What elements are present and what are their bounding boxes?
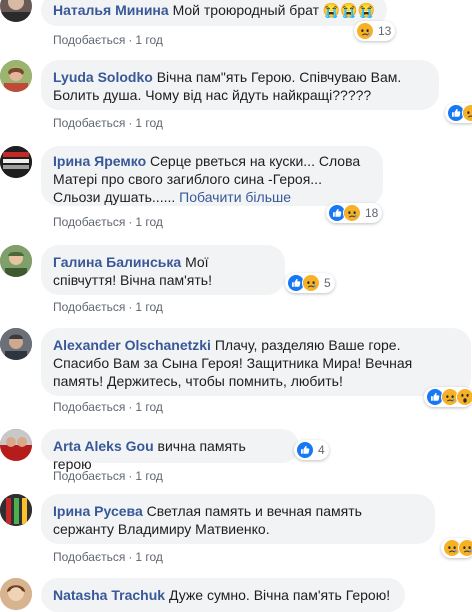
- comment-text: Мой троюродный брат 😭😭😭: [172, 2, 376, 18]
- separator: ·: [128, 400, 133, 414]
- comment-actions: Подобається · 1 год: [53, 549, 163, 565]
- comment-author[interactable]: Наталья Минина: [53, 2, 169, 18]
- avatar[interactable]: [0, 328, 32, 360]
- like-link[interactable]: Подобається: [53, 400, 125, 414]
- reaction-count: 18: [365, 206, 379, 220]
- comment-actions: Подобається · 1 год: [53, 32, 163, 48]
- sad-reaction-icon: [356, 22, 374, 40]
- like-link[interactable]: Подобається: [53, 215, 125, 229]
- reaction-summary[interactable]: 5: [285, 273, 335, 293]
- comment-bubble: Ірина Яремко Серце рветься на куски... С…: [41, 146, 383, 206]
- avatar[interactable]: [0, 578, 32, 610]
- comment-bubble: Ірина Русева Светлая память и вечная пам…: [41, 494, 435, 544]
- comment-time[interactable]: 1 год: [135, 33, 163, 47]
- reaction-summary[interactable]: 13: [354, 21, 396, 41]
- comment-author[interactable]: Alexander Olschanetzki: [53, 337, 211, 353]
- separator: ·: [128, 469, 133, 483]
- comment-actions: Подобається · 1 год: [53, 214, 163, 230]
- separator: ·: [128, 33, 133, 47]
- avatar[interactable]: [0, 0, 32, 22]
- like-link[interactable]: Подобається: [53, 469, 125, 483]
- avatar[interactable]: [0, 429, 32, 461]
- reaction-summary[interactable]: 4: [294, 440, 329, 460]
- sad-reaction-icon: [343, 204, 361, 222]
- avatar[interactable]: [0, 146, 32, 178]
- like-link[interactable]: Подобається: [53, 550, 125, 564]
- comment-time[interactable]: 1 год: [135, 550, 163, 564]
- comment-author[interactable]: Галина Балинська: [53, 254, 181, 270]
- comment-author[interactable]: Ірина Русева: [53, 503, 143, 519]
- separator: ·: [128, 550, 133, 564]
- reaction-summary[interactable]: [441, 538, 472, 558]
- comment-time[interactable]: 1 год: [135, 400, 163, 414]
- sad-reaction-icon: [462, 104, 472, 122]
- like-link[interactable]: Подобається: [53, 116, 125, 130]
- separator: ·: [128, 215, 133, 229]
- reaction-summary[interactable]: 18: [326, 203, 383, 223]
- avatar[interactable]: [0, 494, 32, 526]
- comment-bubble: Lyuda Solodko Вічна пам"ять Герою. Співч…: [41, 60, 439, 110]
- sad-reaction-icon: [458, 539, 472, 557]
- comment-item: Наталья Минина Мой троюродный брат 😭😭😭 1…: [0, 0, 472, 52]
- comment-bubble: Alexander Olschanetzki Плачу, разделяю В…: [41, 328, 471, 396]
- comment-actions: Подобається · 1 год: [53, 399, 163, 415]
- separator: ·: [128, 116, 133, 130]
- comment-time[interactable]: 1 год: [135, 116, 163, 130]
- comment-time[interactable]: 1 год: [135, 469, 163, 483]
- like-link[interactable]: Подобається: [53, 33, 125, 47]
- comment-author[interactable]: Arta Aleks Gou: [53, 438, 154, 454]
- comment-time[interactable]: 1 год: [135, 300, 163, 314]
- comment-author[interactable]: Ірина Яремко: [53, 153, 146, 169]
- reaction-count: 13: [378, 24, 392, 38]
- see-more-link[interactable]: Побачити більше: [179, 189, 291, 205]
- wow-reaction-icon: [456, 388, 472, 406]
- comment-bubble: Arta Aleks Gou вична память герою: [41, 429, 299, 472]
- comment-bubble: Галина Балинська Мої співчуття! Вічна па…: [41, 245, 285, 295]
- reaction-count: 5: [324, 276, 331, 290]
- reaction-count: 4: [318, 443, 325, 457]
- separator: ·: [128, 300, 133, 314]
- comment-actions: Подобається · 1 год: [53, 115, 163, 131]
- avatar[interactable]: [0, 245, 32, 277]
- like-reaction-icon: [296, 441, 314, 459]
- reaction-summary[interactable]: [445, 103, 472, 123]
- like-link[interactable]: Подобається: [53, 300, 125, 314]
- reaction-summary[interactable]: [424, 387, 472, 407]
- comment-time[interactable]: 1 год: [135, 215, 163, 229]
- avatar[interactable]: [0, 60, 32, 92]
- comment-bubble: Наталья Минина Мой троюродный брат 😭😭😭: [41, 0, 388, 26]
- comment-actions: Подобається · 1 год: [53, 468, 163, 484]
- comment-author[interactable]: Natasha Trachuk: [53, 587, 165, 603]
- comment-text: Дуже сумно. Вічна пам'ять Герою!: [168, 587, 391, 603]
- comment-author[interactable]: Lyuda Solodko: [53, 69, 153, 85]
- comment-actions: Подобається · 1 год: [53, 299, 163, 315]
- sad-reaction-icon: [302, 274, 320, 292]
